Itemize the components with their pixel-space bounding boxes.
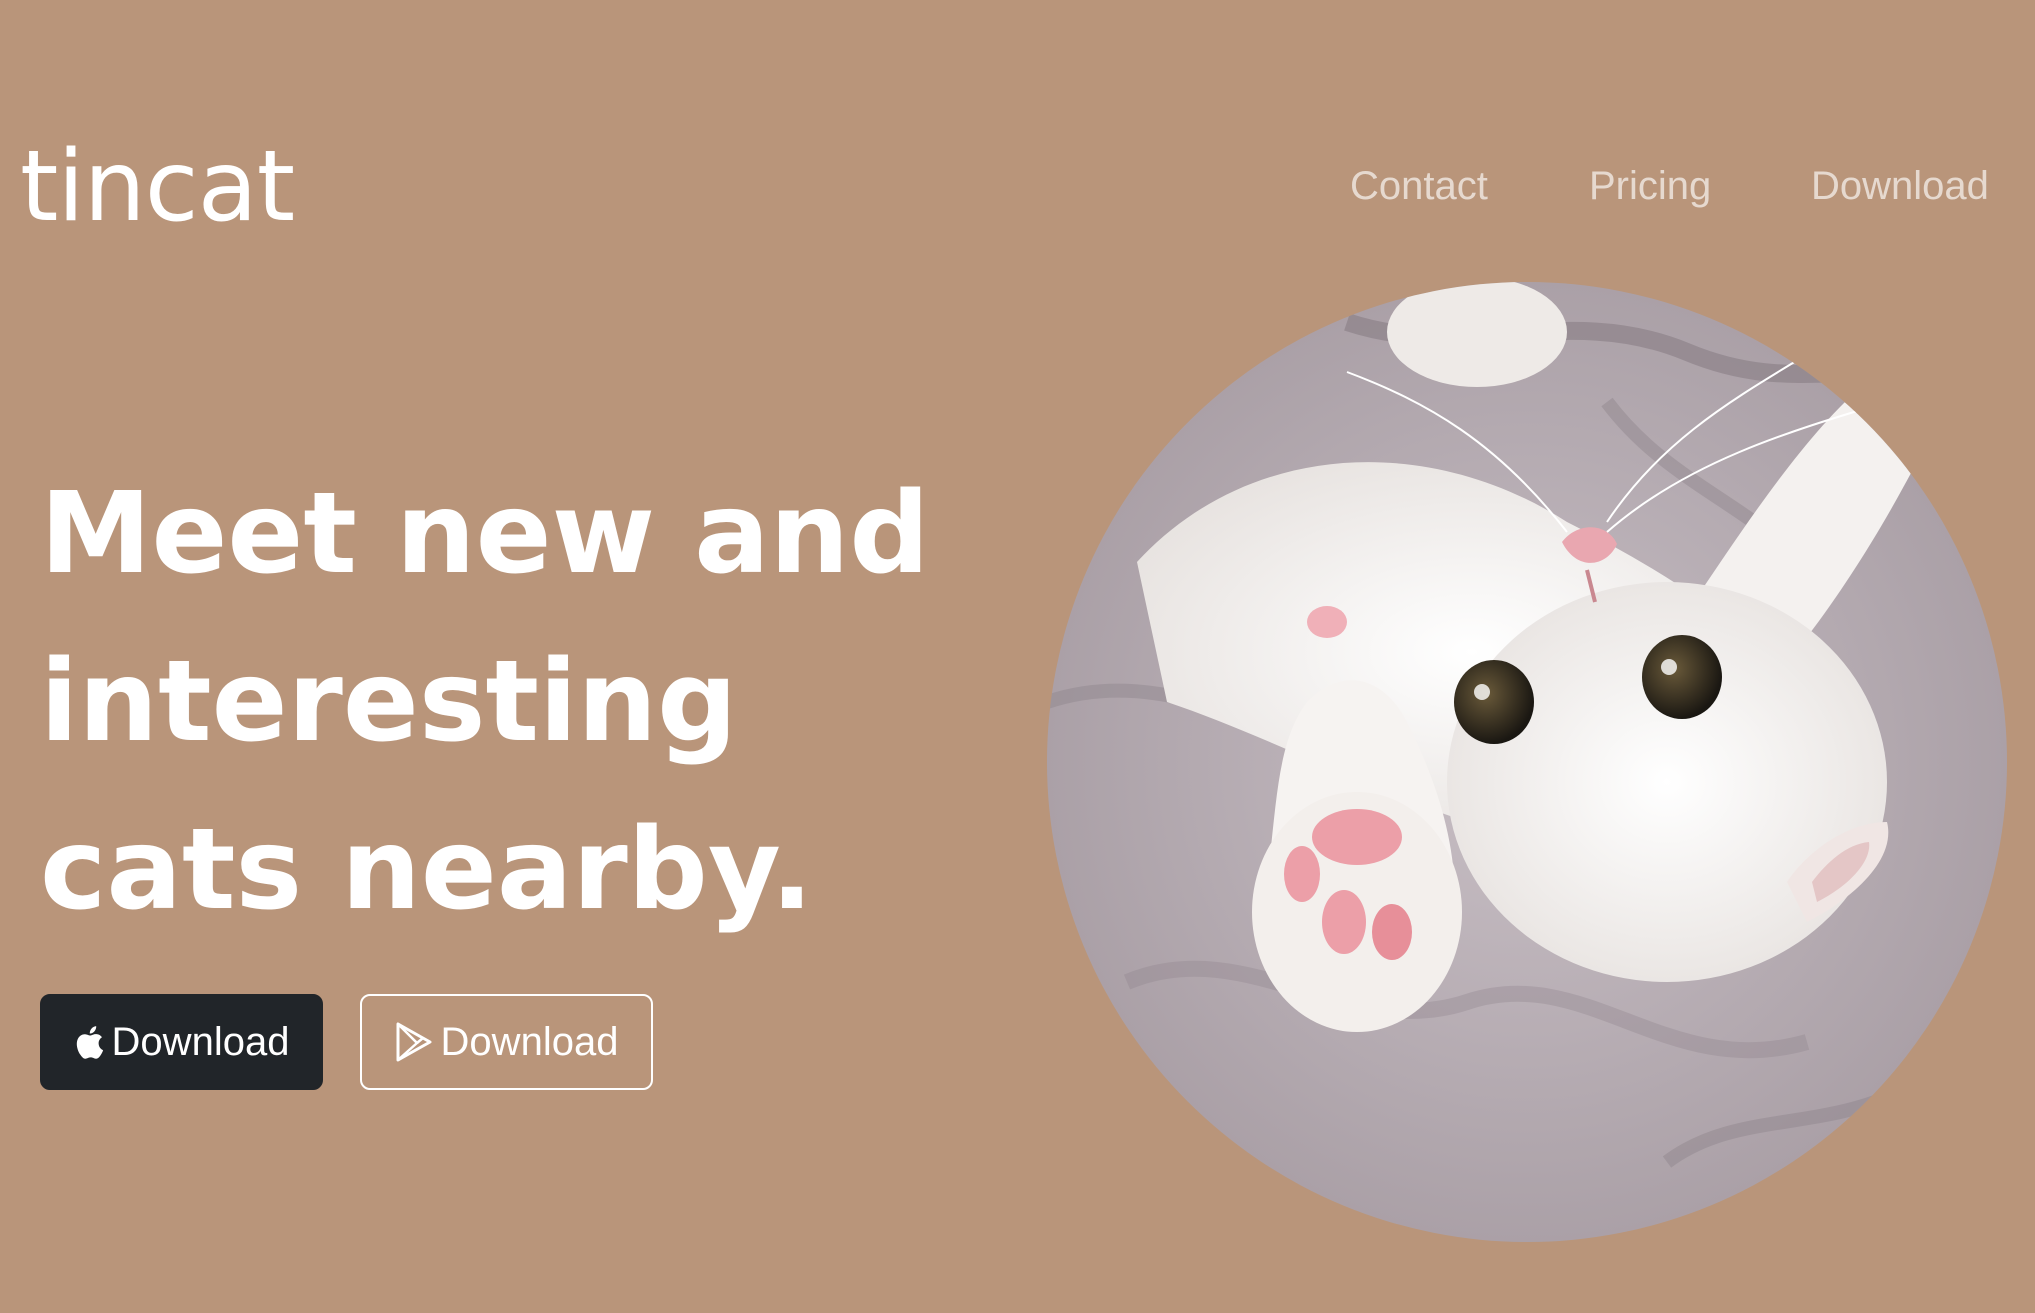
nav-link-contact[interactable]: Contact	[1350, 158, 1488, 214]
google-play-download-button[interactable]: Download	[360, 994, 653, 1090]
google-play-download-label: Download	[440, 1019, 619, 1064]
google-play-icon	[395, 1022, 433, 1062]
hero-title-line-3: cats nearby.	[40, 805, 814, 935]
nav-link-download[interactable]: Download	[1811, 158, 1989, 214]
hero-title: Meet new and interesting cats nearby.	[40, 450, 1000, 954]
apple-icon	[74, 1024, 104, 1060]
hero-title-line-2: interesting	[40, 637, 738, 767]
main-nav: Contact Pricing Download	[0, 158, 2035, 214]
app-store-download-button[interactable]: Download	[40, 994, 323, 1090]
nav-link-pricing[interactable]: Pricing	[1589, 158, 1711, 214]
cat-photo	[1047, 282, 2007, 1242]
app-store-download-label: Download	[111, 1019, 290, 1064]
hero-title-line-1: Meet new and	[40, 469, 930, 599]
